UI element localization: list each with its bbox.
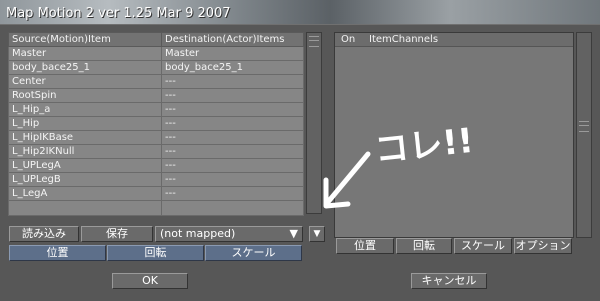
- chevron-down-icon: ▼: [289, 227, 298, 240]
- source-item-cell[interactable]: L_LegA: [8, 186, 162, 201]
- source-item-cell[interactable]: L_UPLegB: [8, 172, 162, 187]
- handwritten-annotation: コレ!!: [323, 121, 476, 209]
- destination-item-cell[interactable]: Master: [161, 46, 304, 61]
- destination-item-cell[interactable]: ---: [161, 172, 304, 187]
- channel-options-button[interactable]: オプション: [514, 238, 572, 254]
- column-header-source[interactable]: Source(Motion)Item: [8, 32, 162, 47]
- source-item-cell[interactable]: Center: [8, 74, 162, 89]
- channel-position-button[interactable]: 位置: [336, 238, 394, 254]
- scale-toggle-button[interactable]: スケール: [205, 245, 302, 261]
- column-header-item-channels[interactable]: ItemChannels: [369, 33, 438, 46]
- source-item-cell[interactable]: L_Hip2IKNull: [8, 144, 162, 159]
- source-item-cell[interactable]: L_Hip_a: [8, 102, 162, 117]
- source-item-cell[interactable]: body_bace25_1: [8, 60, 162, 75]
- table-row[interactable]: L_HipIKBase ---: [8, 130, 304, 145]
- table-row[interactable]: L_Hip2IKNull ---: [8, 144, 304, 159]
- table-row[interactable]: Center ---: [8, 74, 304, 89]
- scroll-grip-icon: [579, 121, 589, 132]
- source-item-cell[interactable]: L_HipIKBase: [8, 130, 162, 145]
- column-header-destination[interactable]: Destination(Actor)Items: [161, 32, 304, 47]
- destination-item-cell[interactable]: ---: [161, 130, 304, 145]
- empty-cell: [8, 200, 162, 216]
- source-item-cell[interactable]: Master: [8, 46, 162, 61]
- destination-item-cell[interactable]: ---: [161, 144, 304, 159]
- item-channels-header: On ItemChannels: [335, 33, 573, 47]
- mapping-dropdown-value: (not mapped): [160, 227, 236, 240]
- scroll-grip-icon: [309, 36, 319, 47]
- load-button[interactable]: 読み込み: [9, 226, 79, 242]
- table-row[interactable]: L_Hip_a ---: [8, 102, 304, 117]
- table-row[interactable]: L_UPLegA ---: [8, 158, 304, 173]
- save-button[interactable]: 保存: [81, 226, 153, 242]
- destination-item-cell[interactable]: ---: [161, 88, 304, 103]
- ok-button[interactable]: OK: [112, 273, 188, 289]
- mapping-dropdown[interactable]: (not mapped) ▼: [155, 226, 303, 242]
- table-row[interactable]: body_bace25_1 body_bace25_1: [8, 60, 304, 75]
- destination-item-cell[interactable]: ---: [161, 186, 304, 201]
- destination-item-cell[interactable]: body_bace25_1: [161, 60, 304, 75]
- column-header-on[interactable]: On: [341, 33, 355, 46]
- destination-item-cell[interactable]: ---: [161, 116, 304, 131]
- mapping-table: Source(Motion)Item Destination(Actor)Ite…: [8, 32, 304, 216]
- source-item-cell[interactable]: L_Hip: [8, 116, 162, 131]
- table-row[interactable]: L_Hip ---: [8, 116, 304, 131]
- empty-cell: [161, 200, 304, 216]
- table-row[interactable]: L_UPLegB ---: [8, 172, 304, 187]
- dropdown-arrow-button[interactable]: ▼: [309, 226, 325, 242]
- position-toggle-button[interactable]: 位置: [9, 245, 106, 261]
- destination-item-cell[interactable]: ---: [161, 74, 304, 89]
- destination-item-cell[interactable]: ---: [161, 102, 304, 117]
- destination-item-cell[interactable]: ---: [161, 158, 304, 173]
- cancel-button[interactable]: キャンセル: [411, 273, 487, 289]
- table-row[interactable]: L_LegA ---: [8, 186, 304, 201]
- empty-row: [8, 200, 304, 216]
- channel-scale-button[interactable]: スケール: [454, 238, 512, 254]
- annotation-arrow-icon: [323, 151, 371, 209]
- window-title: Map Motion 2 ver 1.25 Mar 9 2007: [6, 6, 231, 21]
- table-row[interactable]: Master Master: [8, 46, 304, 61]
- source-item-cell[interactable]: L_UPLegA: [8, 158, 162, 173]
- source-item-cell[interactable]: RootSpin: [8, 88, 162, 103]
- rotation-toggle-button[interactable]: 回転: [107, 245, 204, 261]
- channel-rotation-button[interactable]: 回転: [396, 238, 452, 254]
- annotation-text: コレ!!: [373, 121, 476, 171]
- channels-scrollbar[interactable]: [576, 32, 592, 238]
- table-row[interactable]: RootSpin ---: [8, 88, 304, 103]
